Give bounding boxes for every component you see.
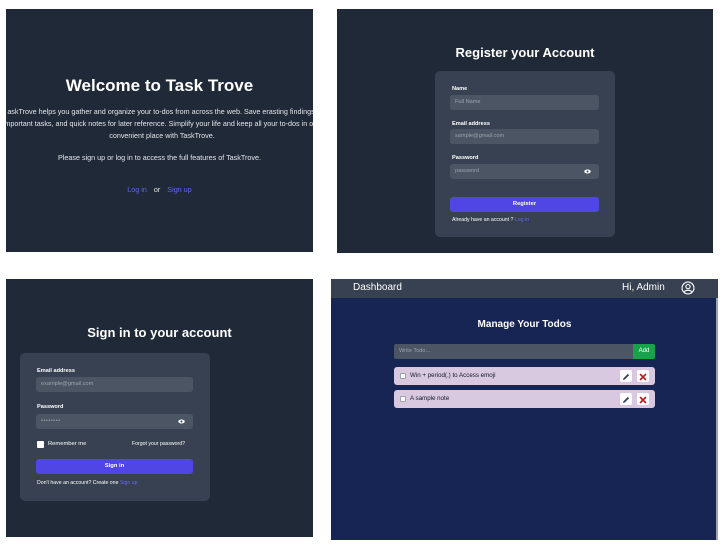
remember-checkbox[interactable]	[37, 441, 44, 448]
register-button[interactable]: Register	[450, 197, 599, 212]
delete-todo-button[interactable]	[637, 393, 649, 405]
register-panel: Register your Account Name Full Name Ema…	[337, 9, 713, 253]
todo-checkbox[interactable]	[400, 373, 406, 379]
auth-links: Log in or Sign up	[6, 185, 313, 194]
welcome-prompt: Please sign up or log in to access the f…	[58, 153, 261, 162]
email-label: Email address	[452, 121, 490, 127]
signin-password-input[interactable]: ••••••••	[36, 414, 193, 429]
add-todo-button[interactable]: Add	[633, 344, 655, 359]
pencil-icon	[623, 396, 630, 403]
eye-icon[interactable]	[178, 419, 185, 424]
remember-label: Remember me	[48, 441, 87, 447]
signin-title: Sign in to your account	[87, 325, 232, 340]
signin-button[interactable]: Sign in	[36, 459, 193, 474]
eye-icon[interactable]	[584, 169, 591, 174]
close-icon	[639, 396, 647, 404]
name-input[interactable]: Full Name	[450, 95, 599, 110]
todo-input[interactable]: Write Todo...	[394, 344, 633, 359]
register-footer: Already have an account ? Log in	[452, 217, 529, 223]
signup-link[interactable]: Sign up	[167, 185, 191, 194]
dashboard-brand[interactable]: Dashboard	[353, 282, 402, 293]
signin-email-label: Email address	[37, 368, 75, 374]
edit-todo-button[interactable]	[620, 370, 632, 382]
signin-card: Email address example@gmail.com Password…	[20, 353, 210, 501]
password-input[interactable]: password	[450, 164, 599, 179]
signin-email-input[interactable]: example@gmail.com	[36, 377, 193, 392]
signin-password-label: Password	[37, 404, 64, 410]
register-login-link[interactable]: Log in	[515, 217, 529, 223]
email-input[interactable]: sample@gmail.com	[450, 129, 599, 144]
user-greeting: Hi, Admin	[622, 282, 665, 293]
register-footer-text: Already have an account ?	[452, 217, 514, 223]
signin-panel: Sign in to your account Email address ex…	[6, 279, 313, 537]
scrollbar[interactable]	[716, 298, 718, 540]
login-link[interactable]: Log in	[127, 185, 147, 194]
or-text: or	[153, 185, 161, 194]
edit-todo-button[interactable]	[620, 393, 632, 405]
signin-footer-text: Don't have an account? Create one	[37, 480, 119, 486]
password-label: Password	[452, 155, 479, 161]
todo-item: Win + period(.) to Access emoji	[394, 367, 655, 385]
todo-text: A sample note	[410, 395, 450, 402]
forgot-password-link[interactable]: Forgot your password?	[132, 441, 185, 447]
welcome-description: askTrove helps you gather and organize y…	[6, 107, 313, 140]
screenshot-collage: Welcome to Task Trove askTrove helps you…	[0, 0, 728, 545]
todos-title: Manage Your Todos	[477, 319, 572, 330]
register-title: Register your Account	[455, 45, 595, 60]
user-circle-icon[interactable]	[681, 281, 695, 295]
todo-checkbox[interactable]	[400, 396, 406, 402]
dashboard-topbar: Dashboard Hi, Admin	[331, 279, 718, 298]
dashboard-panel: Dashboard Hi, Admin Manage Your Todos Wr…	[331, 279, 718, 540]
close-icon	[639, 373, 647, 381]
pencil-icon	[623, 373, 630, 380]
delete-todo-button[interactable]	[637, 370, 649, 382]
todo-text: Win + period(.) to Access emoji	[410, 372, 496, 379]
welcome-panel: Welcome to Task Trove askTrove helps you…	[6, 9, 313, 252]
todo-item: A sample note	[394, 390, 655, 408]
signin-signup-link[interactable]: Sign up	[120, 480, 138, 486]
welcome-title: Welcome to Task Trove	[65, 76, 254, 95]
name-label: Name	[452, 86, 468, 92]
signin-footer: Don't have an account? Create one Sign u…	[37, 480, 138, 486]
register-card: Name Full Name Email address sample@gmai…	[435, 71, 615, 237]
